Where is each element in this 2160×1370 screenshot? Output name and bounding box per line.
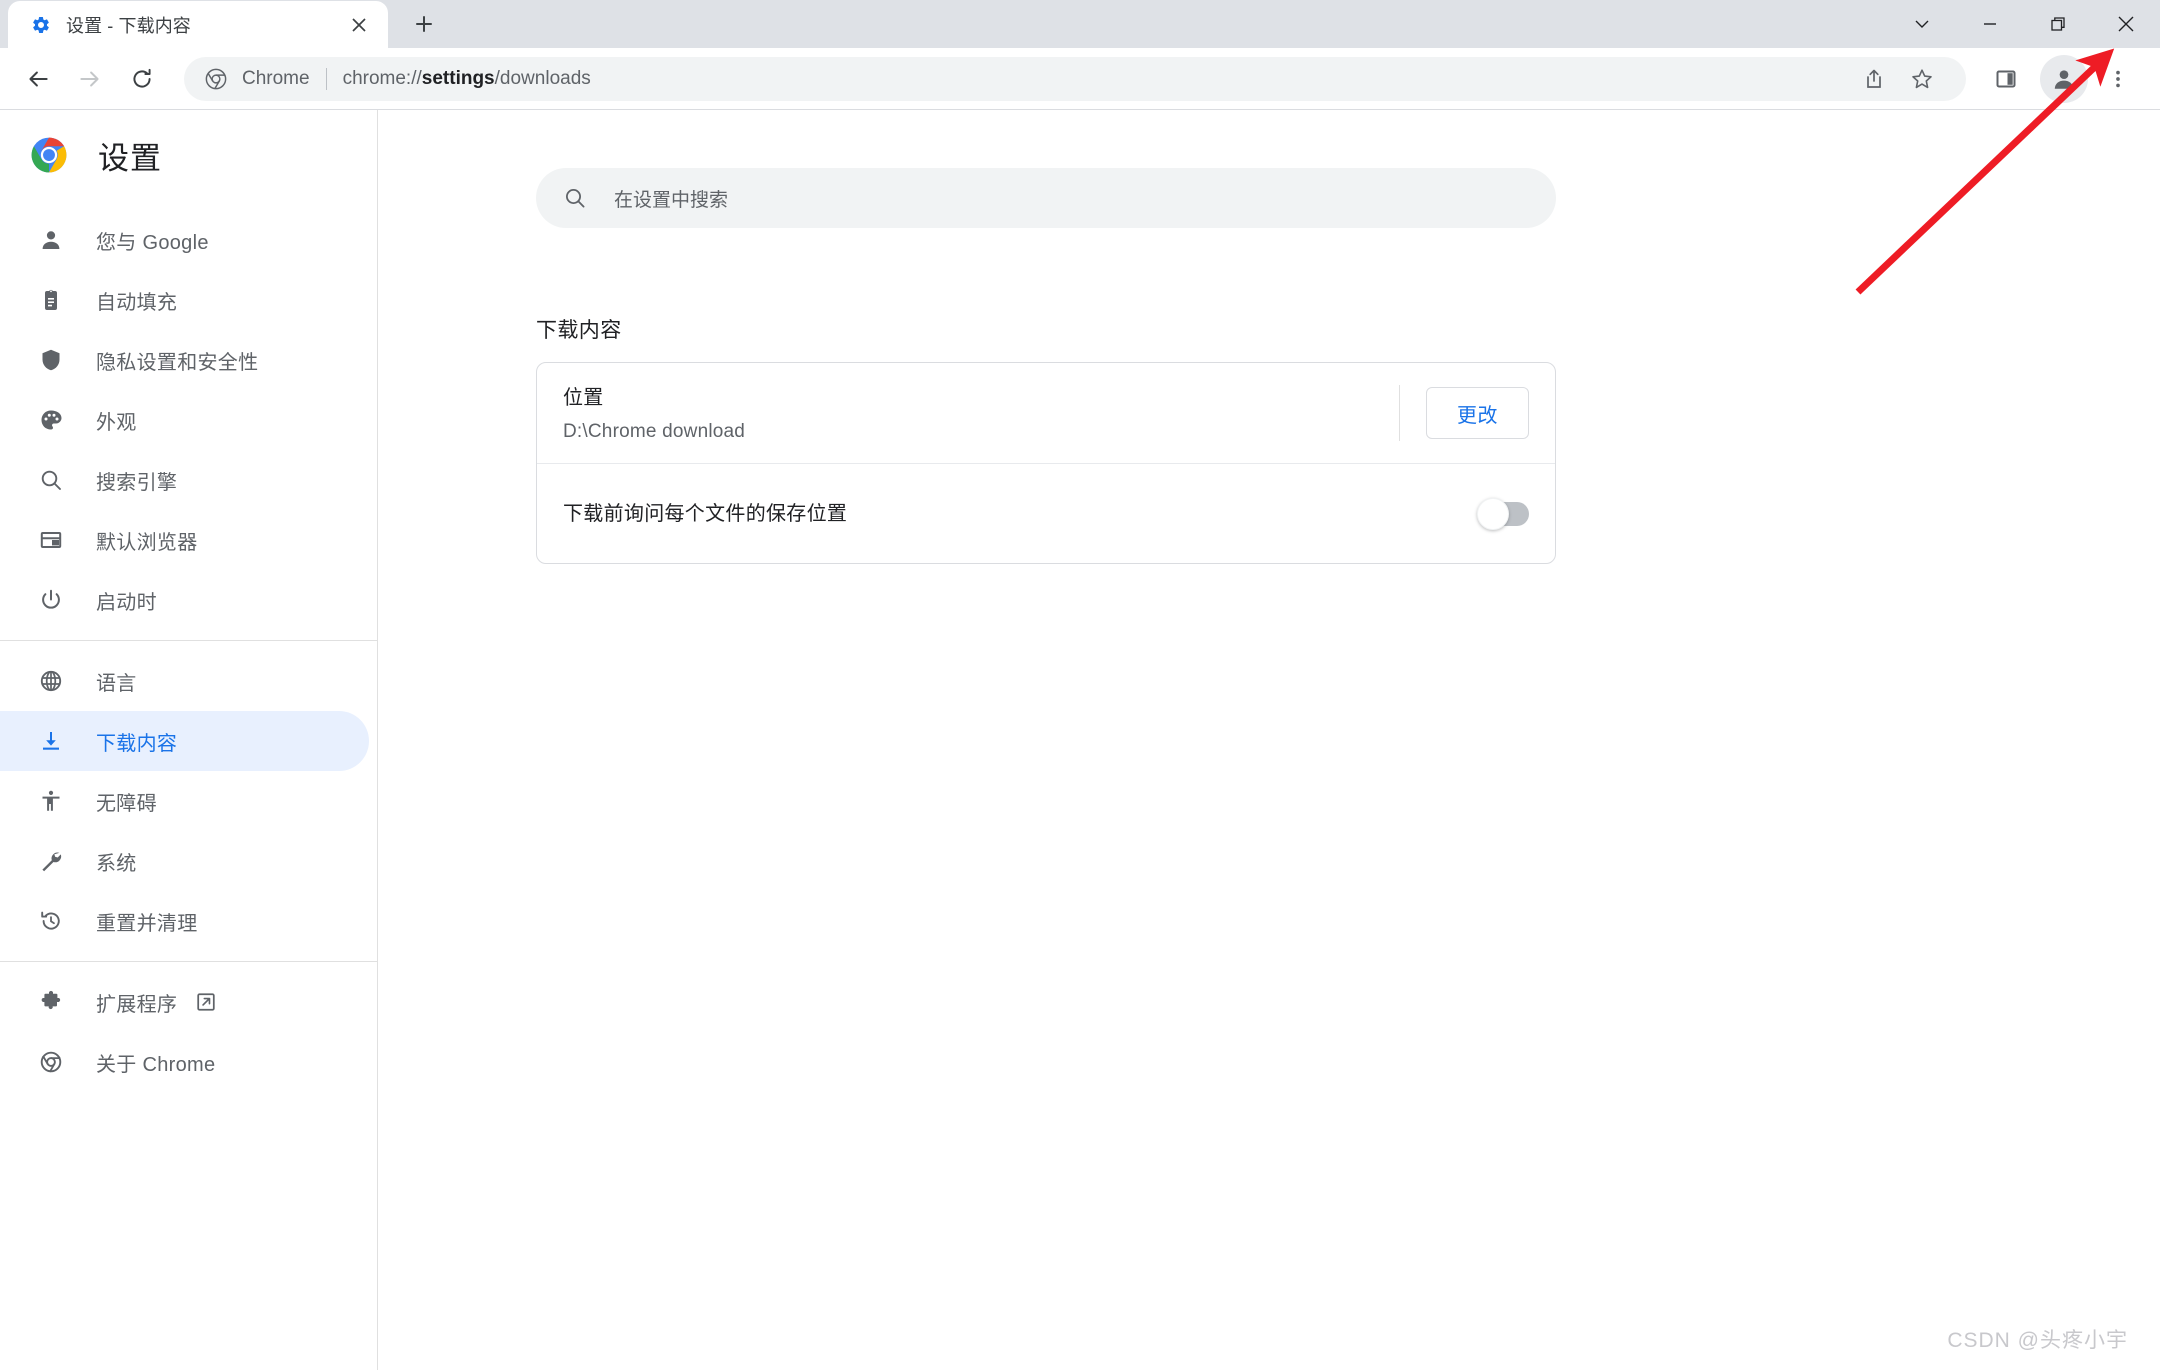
sidebar-item-label: 搜索引擎 [96, 471, 178, 494]
chrome-logo-icon [204, 67, 228, 91]
tab-search-button[interactable] [1888, 0, 1956, 48]
sidebar-item-label: 系统 [96, 852, 137, 875]
page-title: 设置 [98, 140, 162, 176]
shield-icon [36, 345, 66, 375]
sidebar-item-label: 启动时 [96, 591, 157, 614]
sidebar-item-about-chrome[interactable]: 关于 Chrome [0, 1032, 369, 1092]
search-input[interactable]: 在设置中搜索 [536, 168, 1556, 228]
row-divider [1399, 385, 1400, 441]
puzzle-icon [36, 987, 66, 1017]
chrome-outline-icon [36, 1047, 66, 1077]
avatar[interactable] [2040, 54, 2088, 103]
sidebar-item-label: 关于 Chrome [96, 1053, 216, 1076]
downloads-settings-card: 位置 D:\Chrome download 更改 下载前询问每个文件的保存位置 [536, 362, 1556, 564]
sidebar-item-label: 自动填充 [96, 291, 178, 314]
sidebar-item-you-and-google[interactable]: 您与 Google [0, 210, 369, 270]
wrench-icon [36, 846, 66, 876]
sidebar-item-downloads[interactable]: 下载内容 [0, 711, 369, 771]
window-controls [1888, 0, 2160, 48]
sidebar-item-reset-cleanup[interactable]: 重置并清理 [0, 891, 369, 951]
person-icon [36, 225, 66, 255]
omnibox-actions [1850, 55, 1946, 103]
browser-toolbar: Chrome chrome://settings/downloads [0, 48, 2160, 110]
sidebar-item-default-browser[interactable]: 默认浏览器 [0, 510, 369, 570]
star-icon[interactable] [1898, 55, 1946, 103]
share-icon[interactable] [1850, 55, 1898, 103]
sidebar-item-search-engine[interactable]: 搜索引擎 [0, 450, 369, 510]
sidebar-item-label: 下载内容 [96, 732, 178, 755]
tab-title: 设置 - 下载内容 [66, 15, 191, 36]
tab-close-icon[interactable] [344, 10, 374, 40]
sidebar-item-on-startup[interactable]: 启动时 [0, 570, 369, 630]
new-tab-button[interactable] [402, 2, 446, 46]
sidebar-item-label: 默认浏览器 [96, 531, 198, 554]
omnibox-url: chrome://settings/downloads [343, 68, 1850, 90]
back-arrow-icon[interactable] [14, 55, 62, 103]
restore-button[interactable] [2024, 0, 2092, 48]
external-link-icon[interactable] [195, 991, 217, 1013]
three-dot-menu-icon[interactable] [2094, 55, 2142, 103]
omnibox-chip-label: Chrome [242, 67, 310, 89]
settings-page: 设置 您与 Google 自动填充 隐私设置和安全性 外观 搜索引擎 默认浏览器… [0, 110, 2160, 1370]
row-label: 下载前询问每个文件的保存位置 [563, 502, 848, 525]
power-icon [36, 585, 66, 615]
clipboard-icon [36, 285, 66, 315]
globe-icon [36, 666, 66, 696]
sidebar-item-system[interactable]: 系统 [0, 831, 369, 891]
sidebar-item-label: 外观 [96, 411, 137, 434]
sidebar-group-2: 语言 下载内容 无障碍 系统 重置并清理 [0, 640, 377, 961]
history-restore-icon [36, 906, 66, 936]
browser-window-icon [36, 525, 66, 555]
forward-arrow-icon [66, 55, 114, 103]
tab-strip: 设置 - 下载内容 [0, 0, 2160, 48]
section-title: 下载内容 [536, 319, 622, 342]
side-panel-icon[interactable] [1982, 55, 2030, 103]
reload-icon[interactable] [118, 55, 166, 103]
search-icon [562, 185, 588, 211]
omnibox-separator [325, 67, 327, 90]
sidebar-item-label: 语言 [96, 672, 137, 695]
sidebar-item-label: 无障碍 [96, 792, 157, 815]
search-icon [36, 465, 66, 495]
browser-tab[interactable]: 设置 - 下载内容 [8, 1, 388, 48]
palette-icon [36, 405, 66, 435]
download-icon [36, 726, 66, 756]
row-label: 位置 [563, 387, 604, 409]
sidebar-item-label: 隐私设置和安全性 [96, 351, 259, 374]
minimize-button[interactable] [1956, 0, 2024, 48]
ask-where-to-save-toggle[interactable] [1477, 497, 1529, 530]
settings-brand: 设置 [0, 110, 377, 200]
sidebar-item-appearance[interactable]: 外观 [0, 390, 369, 450]
url-path: /downloads [494, 67, 591, 89]
url-host: settings [421, 67, 495, 89]
sidebar-group-1: 您与 Google 自动填充 隐私设置和安全性 外观 搜索引擎 默认浏览器 启动… [0, 200, 377, 640]
ask-where-to-save-row: 下载前询问每个文件的保存位置 [537, 463, 1555, 563]
settings-gear-icon [30, 14, 52, 36]
sidebar-item-languages[interactable]: 语言 [0, 651, 369, 711]
address-bar[interactable]: Chrome chrome://settings/downloads [184, 55, 1966, 103]
sidebar-item-extensions[interactable]: 扩展程序 [0, 972, 369, 1032]
sidebar-item-accessibility[interactable]: 无障碍 [0, 771, 369, 831]
sidebar-item-label: 扩展程序 [96, 993, 178, 1016]
change-location-button[interactable]: 更改 [1426, 387, 1529, 439]
sidebar-item-label: 重置并清理 [96, 912, 198, 935]
settings-sidebar: 设置 您与 Google 自动填充 隐私设置和安全性 外观 搜索引擎 默认浏览器… [0, 110, 378, 1370]
location-text: 位置 D:\Chrome download [563, 363, 1381, 463]
sidebar-item-autofill[interactable]: 自动填充 [0, 270, 369, 330]
toggle-knob [1477, 497, 1509, 530]
chrome-logo-icon [30, 136, 68, 174]
ask-where-text: 下载前询问每个文件的保存位置 [563, 479, 1455, 549]
url-prefix: chrome:// [342, 67, 422, 89]
toolbar-right-actions [1982, 54, 2146, 103]
download-location-row: 位置 D:\Chrome download 更改 [537, 363, 1555, 463]
sidebar-item-privacy-security[interactable]: 隐私设置和安全性 [0, 330, 369, 390]
settings-main: 在设置中搜索 下载内容 位置 D:\Chrome download 更改 下载前… [378, 110, 2160, 1370]
sidebar-item-label: 您与 Google [96, 231, 209, 254]
watermark: CSDN @头疼小宇 [1947, 1329, 2128, 1352]
search-placeholder: 在设置中搜索 [614, 189, 729, 211]
accessibility-icon [36, 786, 66, 816]
download-path-value: D:\Chrome download [563, 421, 746, 442]
sidebar-group-3: 扩展程序 关于 Chrome [0, 961, 377, 1102]
window-close-button[interactable] [2092, 0, 2160, 48]
